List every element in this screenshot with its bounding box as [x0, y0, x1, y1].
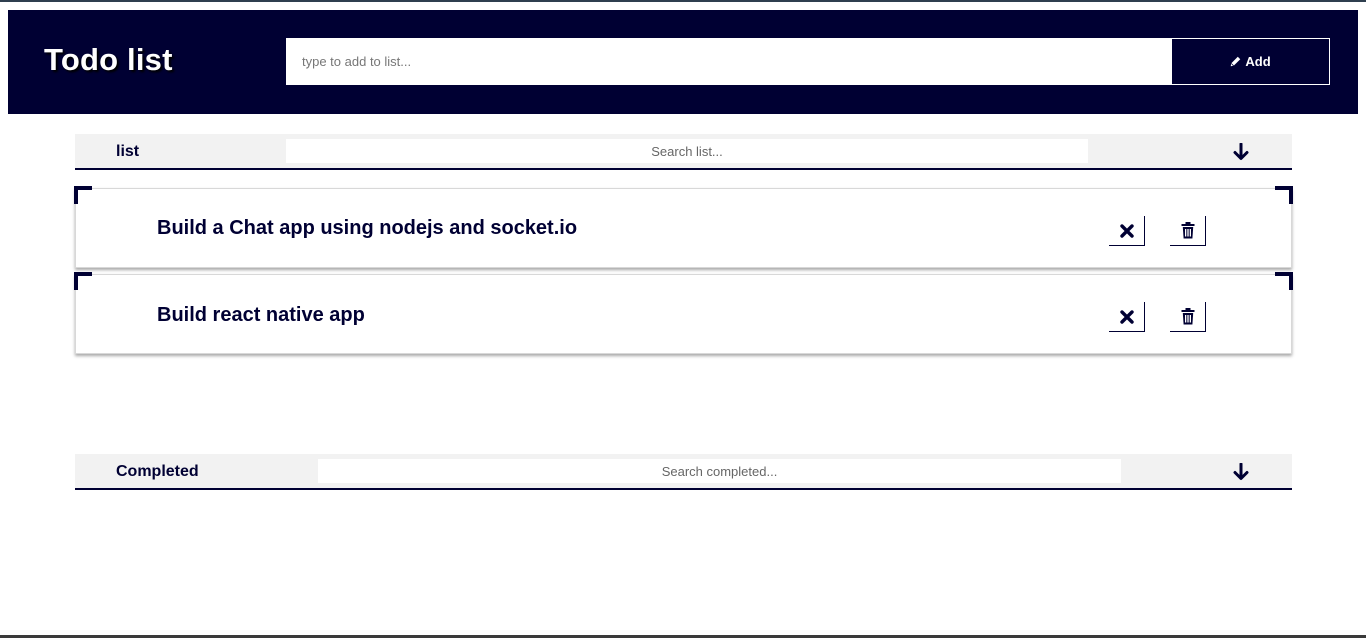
corner-decoration: [74, 272, 92, 290]
corner-decoration: [1275, 186, 1293, 204]
trash-icon: [1181, 308, 1194, 325]
complete-button[interactable]: [1109, 216, 1145, 246]
completed-section-bar: Completed: [75, 454, 1292, 490]
todo-item: Build react native app: [74, 272, 1293, 354]
pencil-icon: [1231, 56, 1241, 67]
corner-decoration: [74, 186, 92, 204]
list-section-title: list: [116, 143, 140, 160]
complete-button[interactable]: [1109, 302, 1145, 332]
arrow-down-icon: [1233, 463, 1249, 480]
delete-button[interactable]: [1170, 302, 1206, 332]
add-button-label: Add: [1245, 54, 1271, 69]
app-title: Todo list: [44, 42, 173, 77]
completed-search-input[interactable]: [318, 459, 1121, 483]
list-search-input[interactable]: [286, 139, 1088, 163]
close-icon: [1119, 309, 1134, 324]
todo-text: Build a Chat app using nodejs and socket…: [157, 217, 578, 239]
top-border: [0, 0, 1366, 2]
completed-toggle-button[interactable]: [1231, 462, 1251, 482]
completed-section-title: Completed: [116, 463, 199, 480]
list-toggle-button[interactable]: [1231, 142, 1251, 162]
add-button[interactable]: Add: [1171, 38, 1330, 85]
corner-decoration: [1275, 272, 1293, 290]
app-header: Todo list Add: [8, 10, 1358, 114]
add-todo-input[interactable]: [286, 38, 1172, 85]
delete-button[interactable]: [1170, 216, 1206, 246]
trash-icon: [1181, 222, 1194, 239]
todo-item: Build a Chat app using nodejs and socket…: [74, 186, 1293, 268]
arrow-down-icon: [1233, 143, 1249, 160]
todo-text: Build react native app: [157, 304, 365, 326]
list-section-bar: list: [75, 134, 1292, 170]
close-icon: [1119, 223, 1134, 238]
